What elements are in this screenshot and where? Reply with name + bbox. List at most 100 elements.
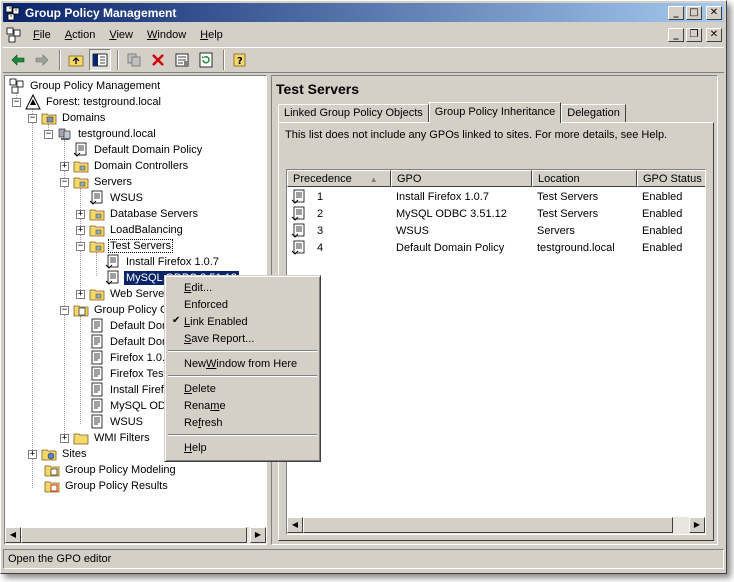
scroll-thumb[interactable] bbox=[21, 527, 247, 543]
column-location[interactable]: Location bbox=[532, 170, 637, 187]
tree-node-forest[interactable]: − Forest: testground.local bbox=[12, 94, 163, 110]
collapse-toggle[interactable]: − bbox=[28, 113, 37, 123]
expand-toggle[interactable]: + bbox=[60, 433, 69, 443]
menu-item-help[interactable]: Help bbox=[167, 439, 318, 456]
expand-toggle[interactable]: + bbox=[76, 209, 85, 219]
column-gpo-status[interactable]: GPO Status bbox=[637, 170, 705, 187]
tab-delegation[interactable]: Delegation bbox=[561, 104, 626, 122]
tree-node-domain-controllers[interactable]: + Domain Controllers bbox=[60, 158, 190, 174]
scroll-right-button[interactable]: ▶ bbox=[250, 527, 266, 543]
tab-gp-inheritance[interactable]: Group Policy Inheritance bbox=[428, 102, 562, 123]
collapse-toggle[interactable]: − bbox=[44, 129, 53, 139]
tab-strip: Linked Group Policy Objects Group Policy… bbox=[278, 102, 626, 123]
expand-toggle[interactable]: + bbox=[60, 161, 69, 171]
tree-node-domain-testground[interactable]: − testground.local bbox=[44, 126, 158, 142]
tree-node-install-firefox-link[interactable]: Install Firefox 1.0.7 bbox=[105, 254, 221, 270]
collapse-toggle[interactable]: − bbox=[60, 177, 69, 187]
help-book-icon: ? bbox=[233, 53, 246, 67]
list-row[interactable]: 1 Install Firefox 1.0.7 Test Servers Ena… bbox=[287, 188, 705, 205]
menu-item-edit[interactable]: Edit... bbox=[167, 279, 318, 296]
cell-gpo: WSUS bbox=[396, 224, 429, 237]
collapse-toggle[interactable]: − bbox=[60, 305, 69, 315]
tree-node-gpo-firefox-test[interactable]: Firefox Test bbox=[89, 366, 169, 382]
inheritance-list[interactable]: Precedence ▲ GPO Location GPO Status 1 In… bbox=[286, 169, 706, 535]
tree-node-gp-results[interactable]: Group Policy Results bbox=[44, 478, 170, 494]
tree-horizontal-scrollbar[interactable]: ◀ ▶ bbox=[5, 527, 266, 544]
expand-toggle[interactable]: + bbox=[28, 449, 37, 459]
list-horizontal-scrollbar[interactable]: ◀ ▶ bbox=[287, 517, 705, 534]
menu-item-new-window[interactable]: New Window from Here bbox=[167, 355, 318, 372]
child-restore-button[interactable]: ❐ bbox=[686, 28, 702, 42]
column-gpo[interactable]: GPO bbox=[391, 170, 532, 187]
toolbar-separator bbox=[59, 50, 61, 70]
tree-node-gp-modeling[interactable]: Group Policy Modeling bbox=[44, 462, 178, 478]
menu-item-delete[interactable]: Delete bbox=[167, 380, 318, 397]
menu-item-refresh[interactable]: Re f resh bbox=[167, 414, 318, 431]
tree-node-default-domain-policy[interactable]: Default Domain Policy bbox=[73, 142, 204, 158]
tree-node-label: Group Policy Modeling bbox=[65, 464, 176, 476]
collapse-toggle[interactable]: − bbox=[12, 97, 21, 107]
tree-node-wsus-link[interactable]: WSUS bbox=[89, 190, 145, 206]
ou-folder-icon bbox=[89, 289, 105, 301]
tree-node-servers[interactable]: − Servers bbox=[60, 174, 134, 190]
menu-separator bbox=[168, 350, 317, 352]
expand-toggle[interactable]: + bbox=[76, 225, 85, 235]
child-close-button[interactable]: ✕ bbox=[706, 28, 722, 42]
help-topics-button[interactable]: ? bbox=[229, 49, 251, 71]
tree-node-sites[interactable]: + Sites bbox=[28, 446, 88, 462]
scroll-left-button[interactable]: ◀ bbox=[287, 517, 303, 533]
status-bar: Open the GPO editor bbox=[3, 549, 724, 569]
gpo-link-icon bbox=[105, 254, 119, 269]
menu-action[interactable]: Action bbox=[58, 27, 103, 43]
menu-separator bbox=[168, 375, 317, 377]
back-button[interactable] bbox=[7, 49, 29, 71]
expand-toggle[interactable]: + bbox=[76, 289, 85, 299]
tab-linked-gpos[interactable]: Linked Group Policy Objects bbox=[278, 104, 429, 122]
close-button[interactable]: ✕ bbox=[706, 5, 722, 20]
child-minimize-button[interactable]: _ bbox=[668, 28, 684, 42]
menu-item-link-enabled[interactable]: ✔ Link Enabled bbox=[167, 313, 318, 330]
delete-button[interactable] bbox=[147, 49, 169, 71]
menu-view[interactable]: View bbox=[102, 27, 140, 43]
tree-node-web-servers[interactable]: + Web Servers bbox=[76, 286, 175, 302]
tree-node-test-servers[interactable]: − Test Servers bbox=[76, 238, 174, 254]
menu-item-save-report[interactable]: Save Report... bbox=[167, 330, 318, 347]
list-header: Precedence ▲ GPO Location GPO Status bbox=[287, 170, 705, 187]
copy-button[interactable] bbox=[123, 49, 145, 71]
collapse-toggle[interactable]: − bbox=[76, 241, 85, 251]
menu-window[interactable]: Window bbox=[140, 27, 193, 43]
column-precedence[interactable]: Precedence ▲ bbox=[287, 170, 391, 187]
title-bar[interactable]: Group Policy Management _ □ ✕ bbox=[3, 3, 724, 22]
console-icon[interactable] bbox=[6, 27, 22, 43]
forward-button[interactable] bbox=[31, 49, 53, 71]
cell-gpo: MySQL ODBC 3.51.12 bbox=[396, 207, 507, 220]
menu-file[interactable]: File bbox=[26, 27, 58, 43]
maximize-button[interactable]: □ bbox=[686, 5, 702, 20]
menu-item-rename[interactable]: Rena m e bbox=[167, 397, 318, 414]
up-level-button[interactable] bbox=[65, 49, 87, 71]
tree-node-gpo-wsus[interactable]: WSUS bbox=[89, 414, 145, 430]
tree-node-domains[interactable]: − Domains bbox=[28, 110, 107, 126]
menu-item-enforced[interactable]: Enforced bbox=[167, 296, 318, 313]
list-row[interactable]: 4 Default Domain Policy testground.local… bbox=[287, 239, 705, 256]
scroll-right-button[interactable]: ▶ bbox=[689, 517, 705, 533]
list-row[interactable]: 3 WSUS Servers Enabled bbox=[287, 222, 705, 239]
scroll-thumb[interactable] bbox=[303, 517, 673, 533]
menu-help[interactable]: Help bbox=[193, 27, 230, 43]
scroll-left-button[interactable]: ◀ bbox=[5, 527, 21, 543]
properties-button[interactable] bbox=[171, 49, 193, 71]
minimize-button[interactable]: _ bbox=[668, 5, 684, 20]
tree-node-loadbalancing[interactable]: + LoadBalancing bbox=[76, 222, 185, 238]
domain-icon bbox=[58, 128, 71, 140]
scroll-track[interactable] bbox=[673, 517, 689, 534]
show-hide-tree-button[interactable] bbox=[89, 49, 111, 71]
tree-node-database-servers[interactable]: + Database Servers bbox=[76, 206, 200, 222]
list-row[interactable]: 2 MySQL ODBC 3.51.12 Test Servers Enable… bbox=[287, 205, 705, 222]
details-title: Test Servers bbox=[276, 81, 360, 97]
gpo-icon bbox=[91, 398, 103, 413]
tree-node-label: Test Servers bbox=[108, 239, 174, 253]
tree-node-gpo-firefox[interactable]: Firefox 1.0.7 bbox=[89, 350, 173, 366]
tree-node-wmi-filters[interactable]: + WMI Filters bbox=[60, 430, 152, 446]
tree-node-gpm-root[interactable]: Group Policy Management bbox=[9, 78, 162, 94]
refresh-button[interactable] bbox=[195, 49, 217, 71]
